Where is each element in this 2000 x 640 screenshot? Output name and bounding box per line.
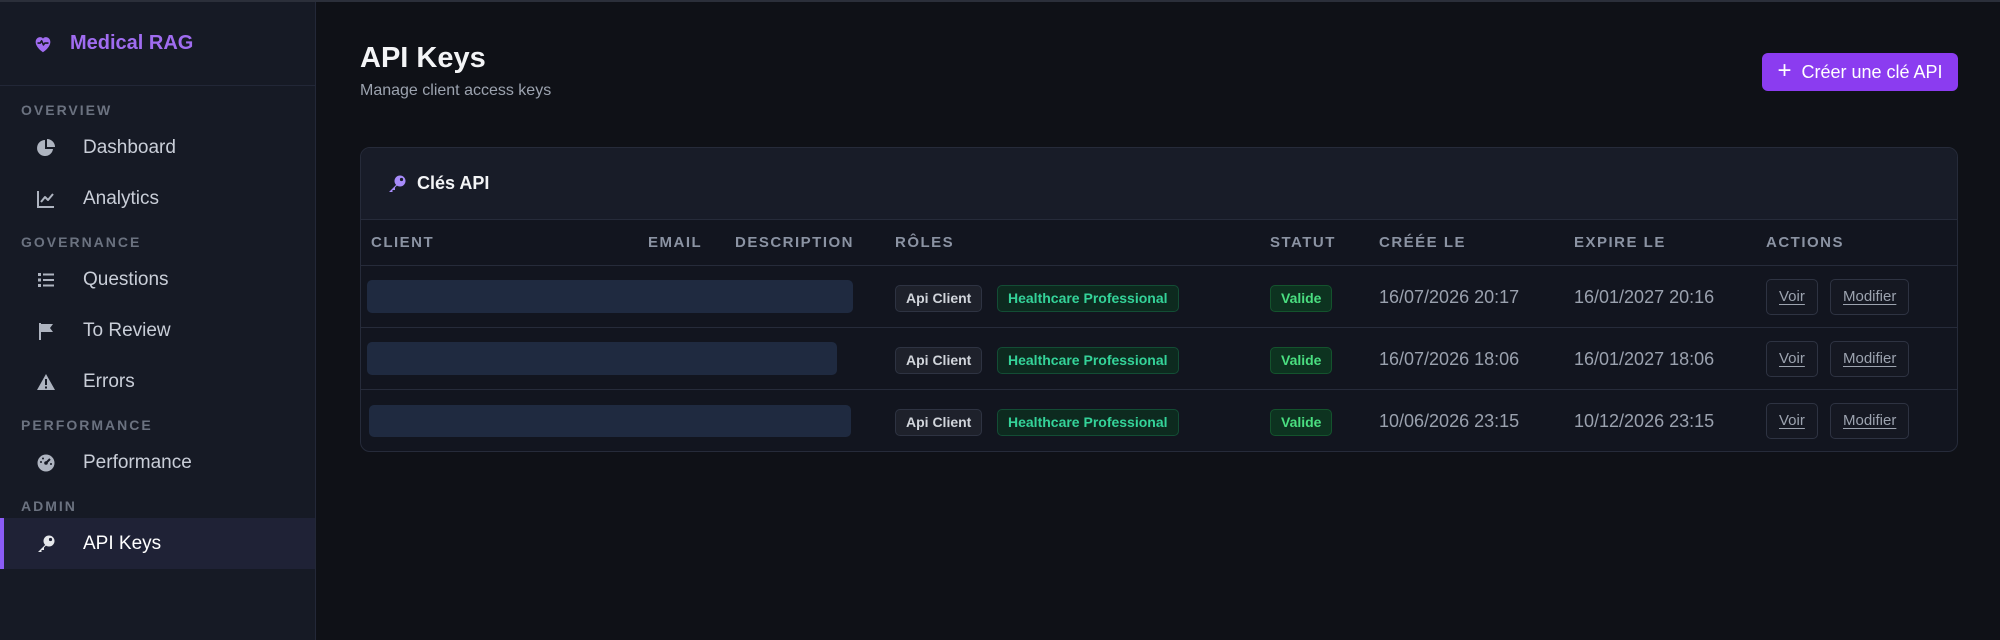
gauge-icon bbox=[34, 451, 58, 475]
api-keys-card: Clés API CLIENT EMAIL DESCRIPTION RÔLES … bbox=[360, 147, 1958, 452]
role-badge: Api Client bbox=[895, 409, 983, 436]
sidebar-item-performance[interactable]: Performance bbox=[0, 437, 315, 488]
brand-name: Medical RAG bbox=[70, 32, 194, 54]
redacted-client-info bbox=[369, 405, 851, 437]
sidebar-item-dashboard[interactable]: Dashboard bbox=[0, 122, 315, 173]
key-icon bbox=[34, 532, 58, 556]
column-header-description[interactable]: DESCRIPTION bbox=[735, 220, 854, 266]
view-button[interactable]: Voir bbox=[1766, 403, 1818, 439]
sidebar-item-label: Performance bbox=[83, 451, 192, 473]
sidebar-item-label: Errors bbox=[83, 370, 135, 392]
plus-icon: + bbox=[1777, 57, 1792, 84]
flag-icon bbox=[34, 319, 58, 343]
key-icon bbox=[387, 174, 407, 194]
column-header-email[interactable]: EMAIL bbox=[648, 220, 702, 266]
column-header-actions: ACTIONS bbox=[1766, 234, 1844, 251]
view-button[interactable]: Voir bbox=[1766, 279, 1818, 315]
sidebar-item-to-review[interactable]: To Review bbox=[0, 305, 315, 356]
created-date: 16/07/2026 18:06 bbox=[1379, 349, 1520, 369]
column-header-roles[interactable]: RÔLES bbox=[895, 220, 954, 266]
create-api-key-button[interactable]: + Créer une clé API bbox=[1762, 53, 1958, 91]
sidebar-item-api-keys[interactable]: API Keys bbox=[0, 518, 315, 569]
edit-button[interactable]: Modifier bbox=[1830, 403, 1910, 439]
column-header-expires[interactable]: EXPIRE LE bbox=[1574, 220, 1666, 266]
sidebar-item-analytics[interactable]: Analytics bbox=[0, 173, 315, 224]
column-header-client[interactable]: CLIENT bbox=[371, 220, 434, 266]
redacted-client-info bbox=[367, 280, 853, 313]
sidebar-item-questions[interactable]: Questions bbox=[0, 254, 315, 305]
heart-pulse-icon bbox=[32, 33, 54, 55]
status-badge: Valide bbox=[1270, 285, 1333, 312]
expires-date: 16/01/2027 20:16 bbox=[1574, 287, 1715, 307]
table-header: CLIENT EMAIL DESCRIPTION RÔLES STATUT CR… bbox=[361, 220, 1957, 266]
expires-date: 16/01/2027 18:06 bbox=[1574, 349, 1715, 369]
main-content: API Keys Manage client access keys + Cré… bbox=[316, 2, 2000, 640]
role-badge: Api Client bbox=[895, 285, 983, 312]
expires-date: 10/12/2026 23:15 bbox=[1574, 411, 1715, 431]
section-title-admin: ADMIN bbox=[21, 498, 77, 514]
view-button[interactable]: Voir bbox=[1766, 341, 1818, 377]
brand[interactable]: Medical RAG bbox=[0, 2, 315, 86]
sidebar-item-errors[interactable]: Errors bbox=[0, 356, 315, 407]
edit-button[interactable]: Modifier bbox=[1830, 279, 1910, 315]
role-badge: Healthcare Professional bbox=[997, 285, 1179, 312]
section-title-performance: PERFORMANCE bbox=[21, 417, 153, 433]
card-title: Clés API bbox=[417, 173, 490, 193]
section-title-governance: GOVERNANCE bbox=[21, 234, 142, 250]
column-header-created[interactable]: CRÉÉE LE bbox=[1379, 220, 1466, 266]
sidebar-item-label: Questions bbox=[83, 268, 169, 290]
status-badge: Valide bbox=[1270, 409, 1333, 436]
sidebar: Medical RAG OVERVIEW Dashboard Analytics… bbox=[0, 2, 316, 640]
sidebar-item-label: Analytics bbox=[83, 187, 160, 209]
warning-icon bbox=[34, 370, 58, 394]
sidebar-item-label: API Keys bbox=[83, 532, 162, 554]
role-badge: Api Client bbox=[895, 347, 983, 374]
role-badge: Healthcare Professional bbox=[997, 347, 1179, 374]
status-badge: Valide bbox=[1270, 347, 1333, 374]
sidebar-item-label: To Review bbox=[83, 319, 171, 341]
created-date: 10/06/2026 23:15 bbox=[1379, 411, 1520, 431]
page-title: API Keys bbox=[360, 42, 486, 74]
redacted-client-info bbox=[367, 342, 837, 375]
create-api-key-label: Créer une clé API bbox=[1801, 61, 1943, 82]
sidebar-item-label: Dashboard bbox=[83, 136, 176, 158]
line-chart-icon bbox=[34, 187, 58, 211]
column-header-status[interactable]: STATUT bbox=[1270, 220, 1336, 266]
list-icon bbox=[34, 268, 58, 292]
table-row: Api Client Healthcare Professional Valid… bbox=[361, 266, 1957, 328]
section-title-overview: OVERVIEW bbox=[21, 102, 113, 118]
page-subtitle: Manage client access keys bbox=[360, 82, 552, 99]
role-badge: Healthcare Professional bbox=[997, 409, 1179, 436]
created-date: 16/07/2026 20:17 bbox=[1379, 287, 1520, 307]
pie-chart-icon bbox=[34, 136, 58, 160]
table-row: Api Client Healthcare Professional Valid… bbox=[361, 390, 1957, 451]
table-row: Api Client Healthcare Professional Valid… bbox=[361, 328, 1957, 390]
card-header: Clés API bbox=[361, 148, 1957, 220]
edit-button[interactable]: Modifier bbox=[1830, 341, 1910, 377]
